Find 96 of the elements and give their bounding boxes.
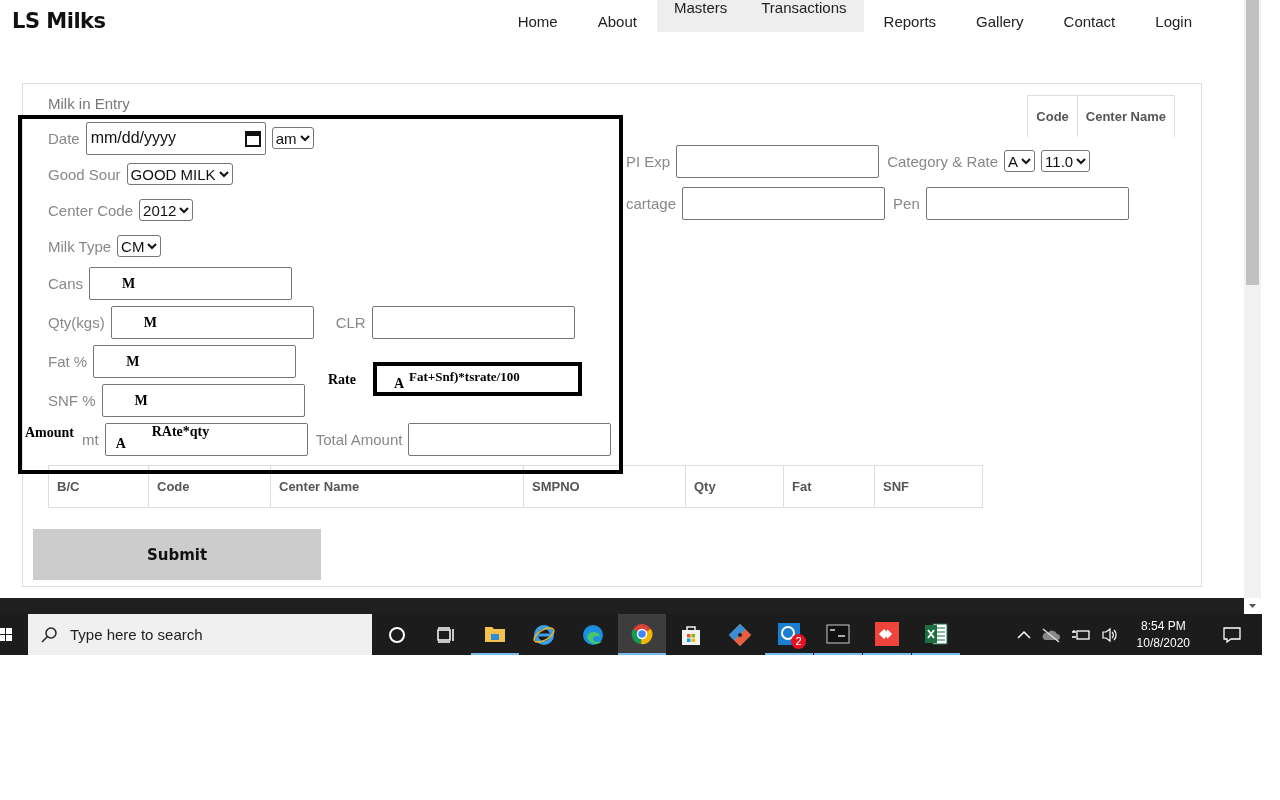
search-icon [40,625,58,644]
chevron-icon [179,206,190,214]
scroll-thumb[interactable] [1246,0,1259,285]
scroll-down-icon[interactable] [1244,598,1261,614]
select-field[interactable]: CM [117,235,162,257]
chevron-icon [147,242,158,250]
nav-link[interactable]: Home [497,0,578,32]
input-field[interactable] [676,144,880,178]
annotation-mark: M [134,393,148,409]
input-field[interactable]: M [89,267,293,300]
browser-wave-icon [582,623,604,646]
table-header: SNF [882,478,910,496]
nav-link[interactable]: Transactions [744,0,864,32]
table-header: Code [1027,95,1078,137]
input-field[interactable]: M [101,384,305,417]
select-field[interactable]: am [271,127,314,149]
field-label: Cans [48,275,84,292]
cloud-off-icon[interactable] [1040,626,1061,643]
terminal-icon [826,623,850,644]
clock-date[interactable]: 10/8/2020 [1136,634,1190,652]
annotation-mark: M [126,354,140,370]
chevron-icon [1021,157,1032,165]
annotation-mark: A [394,376,405,392]
nav-link[interactable]: Masters [656,0,745,32]
table-header: Code [149,466,271,507]
field-label: Center Code [48,201,134,219]
select-field[interactable]: A [1004,150,1036,172]
nav-link[interactable]: Gallery [956,0,1044,32]
field-label: PI Exp [626,152,671,170]
annotation-text: RAte*qty [151,424,210,440]
annotation-mark: M [143,315,157,331]
taskbar-app[interactable] [618,614,666,655]
circle-icon [388,625,406,644]
clock-time[interactable]: 8:54 PM [1140,617,1186,635]
annotation-mark: A [115,436,126,452]
notification-icon[interactable] [1222,625,1242,644]
windows-icon[interactable] [0,626,12,643]
chevron-icon [1076,157,1087,165]
battery-plug-icon[interactable] [1070,627,1091,642]
scrollbar[interactable] [1244,0,1261,614]
input-field[interactable]: A RAte*qty [104,423,308,456]
diamond-icon [728,622,752,647]
nav-link[interactable]: Reports [863,0,957,32]
calendar-icon [244,129,261,147]
field-label: Fat % [48,353,88,370]
browser-circle-icon [631,622,653,645]
field-label: Qty(kgs) [48,314,105,331]
field-label: SNF % [48,392,96,409]
select-field[interactable]: 2012 [139,199,194,221]
date-field[interactable]: mm/dd/yyyy [85,121,266,155]
field-label: Date [48,129,80,147]
field-label: CLR [335,314,366,331]
select-field[interactable]: 11.0 [1041,150,1091,172]
chevron-up-icon[interactable] [1016,629,1031,640]
folder-icon [484,624,506,643]
select-field[interactable]: GOOD MILK [126,163,233,185]
field-label: Good Sour [48,165,121,183]
table-header: Qty [686,466,784,507]
browser-e-icon [532,623,556,646]
chat-bubble-icon [777,621,801,646]
input-field[interactable]: M [93,345,297,378]
arrows-icon [875,621,899,646]
volume-icon[interactable] [1100,626,1119,643]
input-field[interactable] [408,423,612,456]
field-label: Milk Type [48,237,112,255]
nav-link[interactable]: About [577,0,657,32]
table-header: B/C [49,466,149,507]
annotation-mark: M [122,276,136,292]
input-field[interactable] [682,186,886,220]
notification-badge: 2 [791,634,806,649]
input-field[interactable] [371,306,575,339]
input-field[interactable]: M [110,306,314,339]
shopping-bag-icon [680,623,702,646]
chevron-icon [299,134,310,142]
field-label: cartage [626,194,677,212]
search-field[interactable]: Type here to search [28,614,372,655]
annotation-text: Rate [328,372,356,388]
table-header: Center Name [1077,95,1175,137]
input-field[interactable] [925,186,1129,220]
chevron-icon [218,170,229,178]
field-label: Pen [893,194,920,212]
field-label: mt [82,431,99,448]
form-title: Milk in Entry [48,94,131,114]
field-label: Category & Rate [887,152,999,170]
field-label: Total Amount [315,431,403,448]
annotation-text: Fat+Snf)*tsrate/100 [409,369,520,385]
table-header: Fat [784,466,875,507]
site-logo[interactable]: LS Milks [0,0,106,33]
nav-link[interactable]: Login [1135,0,1212,32]
taskbar-app[interactable]: 2 [765,614,813,655]
nav-link[interactable]: Contact [1043,0,1136,32]
table-header: Center Name [271,466,524,507]
task-view-icon [437,626,455,643]
table-header: SMPNO [524,466,686,507]
submit-button[interactable]: Submit [33,529,321,580]
spreadsheet-icon [924,621,948,646]
